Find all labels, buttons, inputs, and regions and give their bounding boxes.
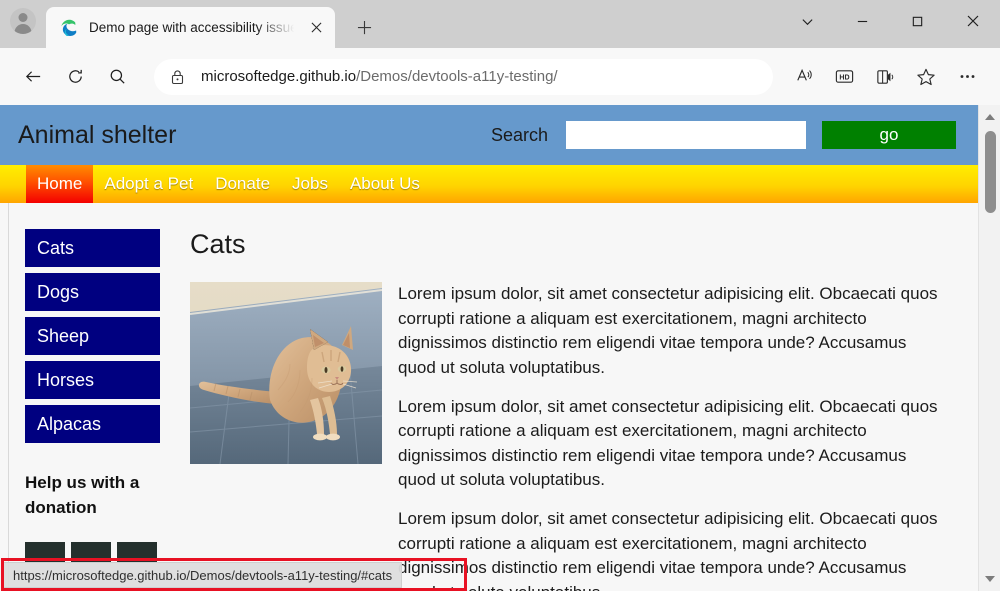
scroll-down-arrow-icon[interactable] — [979, 569, 1000, 589]
article-text: Lorem ipsum dolor, sit amet consectetur … — [398, 282, 944, 591]
scroll-up-arrow-icon[interactable] — [979, 107, 1000, 127]
browser-toolbar: microsoftedge.github.io/Demos/devtools-a… — [0, 48, 1000, 105]
donation-chip[interactable] — [71, 542, 111, 563]
nav-item-home[interactable]: Home — [26, 165, 94, 203]
site-header: Animal shelter Search go — [0, 105, 978, 165]
url-domain: microsoftedge.github.io — [201, 68, 357, 85]
svg-text:HD: HD — [839, 75, 849, 82]
sidebar-item-alpacas[interactable]: Alpacas — [25, 405, 160, 443]
paragraph: Lorem ipsum dolor, sit amet consectetur … — [398, 284, 938, 377]
tab-title: Demo page with accessibility issues — [89, 20, 303, 35]
read-aloud-icon[interactable] — [784, 58, 822, 96]
donation-heading: Help us with a donation — [25, 473, 140, 517]
site-search: Search go — [491, 121, 956, 149]
immersive-reader-icon[interactable] — [866, 58, 904, 96]
nav-item-jobs[interactable]: Jobs — [281, 165, 339, 203]
window-controls — [780, 0, 1000, 42]
nav-item-adopt-a-pet[interactable]: Adopt a Pet — [93, 165, 204, 203]
page-title: Cats — [190, 229, 246, 259]
refresh-icon[interactable] — [56, 58, 94, 96]
sidebar-item-cats[interactable]: Cats — [25, 229, 160, 267]
star-icon[interactable] — [907, 58, 945, 96]
minimize-icon[interactable] — [835, 0, 890, 42]
sidebar-item-dogs[interactable]: Dogs — [25, 273, 160, 311]
sidebar-item-horses[interactable]: Horses — [25, 361, 160, 399]
sidebar: Cats Dogs Sheep Horses Alpacas Help us w… — [0, 229, 178, 591]
search-label: Search — [490, 124, 548, 145]
url-path: /Demos/devtools-a11y-testing/ — [356, 68, 558, 85]
sidebar-item-sheep[interactable]: Sheep — [25, 317, 160, 355]
page-viewport: Animal shelter Search go Home Adopt a Pe… — [0, 105, 1000, 591]
site-nav: Home Adopt a Pet Donate Jobs About Us — [0, 165, 978, 203]
search-input[interactable] — [566, 121, 806, 149]
donation-chip[interactable] — [117, 542, 157, 563]
donation-chip[interactable] — [25, 542, 65, 563]
cat-photo — [190, 282, 382, 464]
address-bar[interactable]: microsoftedge.github.io/Demos/devtools-a… — [154, 58, 773, 95]
hd-badge-icon[interactable]: HD — [825, 58, 863, 96]
nav-item-about-us[interactable]: About Us — [339, 165, 431, 203]
scrollbar-thumb[interactable] — [985, 131, 996, 213]
page-scrollbar[interactable] — [978, 105, 1000, 591]
profile-button[interactable] — [0, 0, 46, 48]
back-arrow-icon[interactable] — [14, 58, 52, 96]
paragraph: Lorem ipsum dolor, sit amet consectetur … — [398, 509, 938, 591]
donation-buttons — [25, 542, 178, 563]
new-tab-button[interactable] — [347, 10, 381, 44]
article: Lorem ipsum dolor, sit amet consectetur … — [190, 282, 944, 591]
go-button[interactable]: go — [822, 121, 956, 149]
web-page: Animal shelter Search go Home Adopt a Pe… — [0, 105, 978, 591]
main-content: Cats Lorem ipsum dolor, sit amet consect… — [178, 229, 978, 591]
browser-window: Demo page with accessibility issues micr… — [0, 0, 1000, 591]
lock-icon — [170, 69, 185, 85]
maximize-icon[interactable] — [890, 0, 945, 42]
edge-logo-icon — [60, 19, 78, 37]
close-icon[interactable] — [945, 0, 1000, 42]
site-body: Cats Dogs Sheep Horses Alpacas Help us w… — [0, 203, 978, 591]
profile-avatar-icon — [10, 8, 36, 34]
close-icon[interactable] — [303, 15, 329, 41]
tab-strip: Demo page with accessibility issues — [0, 0, 1000, 48]
url-text: microsoftedge.github.io/Demos/devtools-a… — [201, 68, 761, 85]
status-bar: https://microsoftedge.github.io/Demos/de… — [3, 562, 403, 588]
chevron-down-icon[interactable] — [780, 0, 835, 42]
paragraph: Lorem ipsum dolor, sit amet consectetur … — [398, 396, 938, 490]
search-icon[interactable] — [98, 58, 136, 96]
ellipsis-menu-icon[interactable] — [948, 58, 986, 96]
browser-tab[interactable]: Demo page with accessibility issues — [46, 7, 335, 48]
site-title: Animal shelter — [18, 120, 177, 149]
status-url: https://microsoftedge.github.io/Demos/de… — [13, 567, 393, 583]
nav-item-donate[interactable]: Donate — [204, 165, 281, 203]
